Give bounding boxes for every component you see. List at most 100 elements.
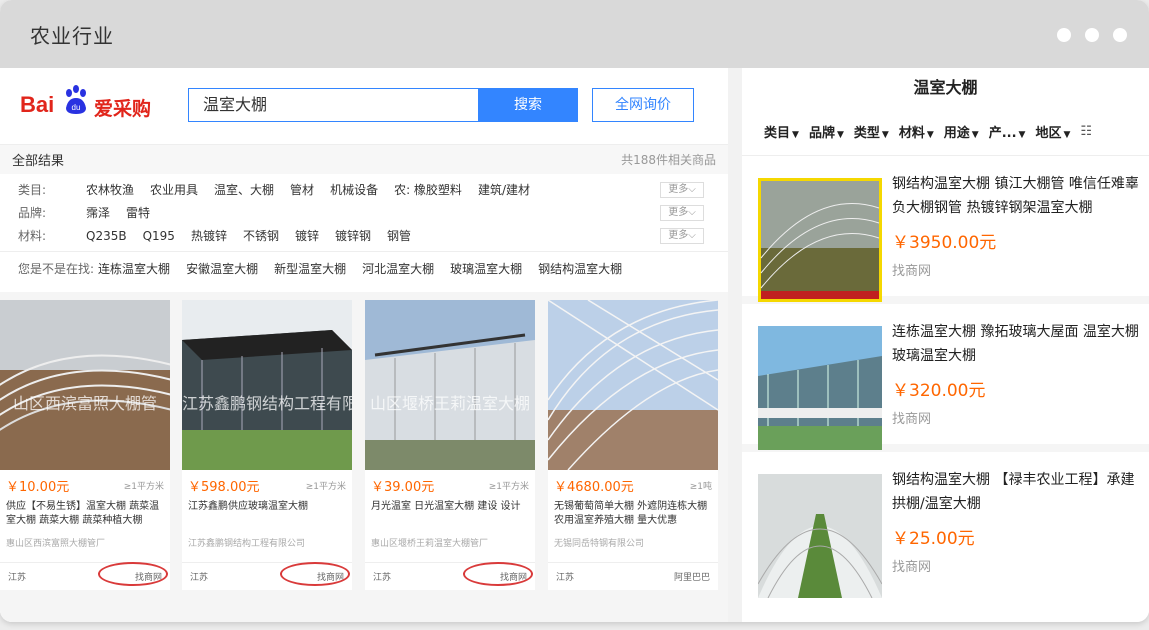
min-order: ≥1平方米 <box>123 481 164 492</box>
suggestion-row: 您是不是在找: 连栋温室大棚 安徽温室大棚 新型温室大棚 河北温室大棚 玻璃温室… <box>0 251 728 285</box>
suggestion-link[interactable]: 连栋温室大棚 <box>98 260 170 277</box>
product-image[interactable] <box>758 178 882 302</box>
window-dot-icon[interactable] <box>1057 28 1071 42</box>
tab-origin[interactable]: 产... ▼ <box>989 122 1026 141</box>
source-site[interactable]: 找商网 <box>98 562 168 586</box>
product-price: ￥3950.00元 <box>892 233 997 253</box>
product-title[interactable]: 钢结构温室大棚 【禄丰农业工程】承建拱棚/温室大棚 <box>892 468 1140 516</box>
product-image[interactable]: 山区西滨富照大棚管 <box>0 300 170 470</box>
filter-option[interactable]: 镀锌钢 <box>335 227 371 244</box>
card-footer: 江苏 找商网 <box>365 562 535 590</box>
caret-down-icon: ▼ <box>1018 130 1026 140</box>
list-view-icon[interactable]: ☷ <box>1080 124 1092 139</box>
filter-option[interactable]: Q195 <box>143 229 175 243</box>
filter-more-button[interactable]: 更多⌵ <box>660 228 704 244</box>
logo-bai-text: Bai <box>20 92 55 117</box>
filter-option[interactable]: 农: 橡胶塑料 <box>394 181 462 198</box>
region: 江苏 <box>190 573 209 583</box>
tab-usage[interactable]: 用途 ▼ <box>944 122 979 141</box>
suggestion-link[interactable]: 玻璃温室大棚 <box>450 260 522 277</box>
company-name[interactable]: 惠山区西滨富照大棚管厂 <box>0 536 170 549</box>
product-price: ￥4680.00元 <box>554 479 634 495</box>
card-footer: 江苏 阿里巴巴 <box>548 562 718 590</box>
filter-option[interactable]: 建筑/建材 <box>478 181 530 198</box>
greenhouse-image <box>758 178 882 302</box>
tab-material[interactable]: 材料 ▼ <box>899 122 934 141</box>
suggestion-link[interactable]: 新型温室大棚 <box>274 260 346 277</box>
filter-option[interactable]: 雷特 <box>126 204 150 221</box>
product-title[interactable]: 月光温室 日光温室大棚 建设 设计 <box>365 500 535 530</box>
search-button[interactable]: 搜索 <box>478 88 578 122</box>
window-dot-icon[interactable] <box>1085 28 1099 42</box>
min-order: ≥1吨 <box>689 481 712 492</box>
window-dot-icon[interactable] <box>1113 28 1127 42</box>
tab-region[interactable]: 地区 ▼ <box>1035 122 1070 141</box>
filter-more-button[interactable]: 更多⌵ <box>660 182 704 198</box>
product-title[interactable]: 供应【不易生锈】温室大棚 蔬菜温室大棚 蔬菜大棚 蔬菜种植大棚 <box>0 500 170 530</box>
company-name[interactable]: 惠山区堰桥王莉温室大棚管厂 <box>365 536 535 549</box>
source-site[interactable]: 找商网 <box>892 260 931 279</box>
list-item[interactable]: 钢结构温室大棚 【禄丰农业工程】承建拱棚/温室大棚 ￥25.00元 找商网 <box>742 460 1149 622</box>
search-input[interactable]: 温室大棚 <box>188 88 480 122</box>
product-image[interactable] <box>548 300 718 470</box>
price-row: ￥4680.00元 ≥1吨 <box>548 470 718 500</box>
tab-type[interactable]: 类型 ▼ <box>854 122 889 141</box>
company-name[interactable]: 无锡同岳特钢有限公司 <box>548 536 718 549</box>
aicaigou-logo[interactable]: Bai du 爱采购 <box>20 82 160 122</box>
tab-category[interactable]: 类目 ▼ <box>764 122 799 141</box>
product-price: ￥320.00元 <box>892 381 986 401</box>
greenhouse-image <box>365 300 535 470</box>
source-site[interactable]: 找商网 <box>892 408 931 427</box>
filter-option[interactable]: 钢管 <box>387 227 411 244</box>
suggestion-link[interactable]: 安徽温室大棚 <box>186 260 258 277</box>
filter-option[interactable]: 农林牧渔 <box>86 181 134 198</box>
greenhouse-image <box>0 300 170 470</box>
product-card[interactable]: ￥4680.00元 ≥1吨 无锡葡萄简单大棚 外遮阴连栋大棚 农用温室养殖大棚 … <box>548 300 718 590</box>
product-card[interactable]: 山区西滨富照大棚管 ￥10.00元 ≥1平方米 供应【不易生锈】温室大棚 蔬菜温… <box>0 300 170 590</box>
filter-option[interactable]: 机械设备 <box>330 181 378 198</box>
product-image[interactable]: 山区堰桥王莉温室大棚 <box>365 300 535 470</box>
list-item[interactable]: 连栋温室大棚 豫拓玻璃大屋面 温室大棚 玻璃温室大棚 ￥320.00元 找商网 <box>742 312 1149 452</box>
card-footer: 江苏 找商网 <box>0 562 170 590</box>
results-count: 共188件相关商品 <box>621 153 716 167</box>
highlight-circle <box>463 562 533 586</box>
company-name[interactable]: 江苏鑫鹏钢结构工程有限公司 <box>182 536 352 549</box>
filter-option[interactable]: Q235B <box>86 229 127 243</box>
chevron-down-icon: ⌵ <box>688 184 696 195</box>
product-card[interactable]: 山区堰桥王莉温室大棚 ￥39.00元 ≥1平方米 月光温室 日光温室大棚 建设 … <box>365 300 535 590</box>
source-site[interactable]: 阿里巴巴 <box>674 570 710 583</box>
product-price: ￥598.00元 <box>188 479 260 495</box>
chevron-down-icon: ⌵ <box>688 230 696 241</box>
filter-option[interactable]: 霈泽 <box>86 204 110 221</box>
product-title[interactable]: 无锡葡萄简单大棚 外遮阴连栋大棚 农用温室养殖大棚 量大优惠 <box>548 500 718 530</box>
product-card[interactable]: 江苏鑫鹏钢结构工程有限 ￥598.00元 ≥1平方米 江苏鑫鹏供应玻璃温室大棚 … <box>182 300 352 590</box>
filter-more-button[interactable]: 更多⌵ <box>660 205 704 221</box>
product-image[interactable] <box>758 474 882 598</box>
filter-option[interactable]: 不锈钢 <box>243 227 279 244</box>
product-title[interactable]: 钢结构温室大棚 镇江大棚管 唯信任难辜负大棚钢管 热镀锌钢架温室大棚 <box>892 172 1140 220</box>
product-title[interactable]: 江苏鑫鹏供应玻璃温室大棚 <box>182 500 352 530</box>
source-site[interactable]: 找商网 <box>280 562 350 586</box>
filter-option[interactable]: 温室、大棚 <box>214 181 274 198</box>
tab-brand[interactable]: 品牌 ▼ <box>809 122 844 141</box>
region: 江苏 <box>556 573 575 583</box>
suggestion-link[interactable]: 钢结构温室大棚 <box>538 260 622 277</box>
source-site[interactable]: 找商网 <box>892 556 931 575</box>
filter-option[interactable]: 热镀锌 <box>191 227 227 244</box>
mobile-results-pane: 温室大棚 类目 ▼ 品牌 ▼ 类型 ▼ 材料 ▼ 用途 ▼ 产... ▼ 地区 ▼ ☷ 钢结构… <box>742 68 1149 622</box>
suggestion-link[interactable]: 河北温室大棚 <box>362 260 434 277</box>
product-image[interactable]: 江苏鑫鹏钢结构工程有限 <box>182 300 352 470</box>
filter-option[interactable]: 管材 <box>290 181 314 198</box>
product-title[interactable]: 连栋温室大棚 豫拓玻璃大屋面 温室大棚 玻璃温室大棚 <box>892 320 1140 368</box>
price-row: ￥39.00元 ≥1平方米 <box>365 470 535 500</box>
source-site[interactable]: 找商网 <box>463 562 533 586</box>
product-price: ￥10.00元 <box>6 479 70 495</box>
filter-panel: 类目: 农林牧渔 农业用具 温室、大棚 管材 机械设备 农: 橡胶塑料 建筑/建… <box>0 174 728 285</box>
filter-option[interactable]: 农业用具 <box>150 181 198 198</box>
window-controls <box>1057 28 1127 42</box>
list-item[interactable]: 钢结构温室大棚 镇江大棚管 唯信任难辜负大棚钢管 热镀锌钢架温室大棚 ￥3950… <box>742 164 1149 304</box>
filter-option[interactable]: 镀锌 <box>295 227 319 244</box>
product-image[interactable] <box>758 326 882 450</box>
all-network-inquiry-button[interactable]: 全网询价 <box>592 88 694 122</box>
greenhouse-image <box>182 300 352 470</box>
